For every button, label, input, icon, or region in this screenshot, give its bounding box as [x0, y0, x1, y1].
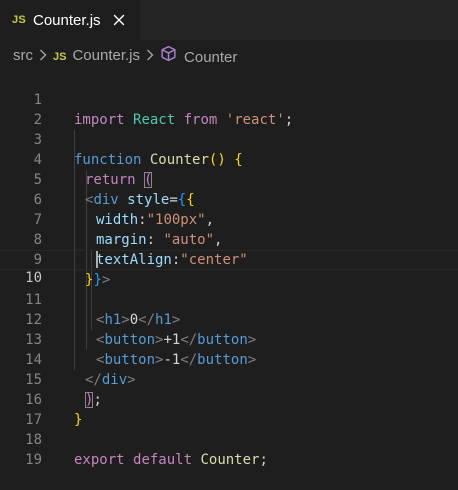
text-cursor	[96, 251, 98, 268]
editor-tab-counter-js[interactable]: JS Counter.js	[0, 0, 140, 40]
code-line: 2	[0, 90, 458, 128]
chevron-right-icon	[39, 49, 47, 61]
breadcrumb-file[interactable]: JS Counter.js	[53, 47, 140, 64]
chevron-right-icon	[146, 49, 154, 61]
code-line: 12 <button>+1</button>	[0, 290, 458, 348]
code-line: 8 textAlign:"center"	[0, 210, 458, 268]
breadcrumb-folder-src[interactable]: src	[13, 47, 33, 64]
line-number: 19	[25, 452, 42, 468]
code-line: 3 function Counter() {	[0, 110, 458, 168]
code-line: 15 );	[0, 350, 458, 408]
close-icon[interactable]	[111, 12, 127, 28]
code-text: export default Counter;	[74, 452, 268, 468]
code-line: 1 import React from 'react';	[0, 70, 458, 128]
tab-label: Counter.js	[33, 11, 101, 29]
tab-bar: JS Counter.js	[0, 0, 458, 40]
code-line: 6 width:"100px",	[0, 170, 458, 228]
symbol-cube-icon	[160, 45, 177, 62]
code-line-current: 10	[0, 250, 458, 286]
code-line: 16 }	[0, 370, 458, 428]
code-editor[interactable]: 1 import React from 'react'; 2 3 functio…	[0, 70, 458, 484]
code-line: 14 </div>	[0, 330, 458, 388]
code-line: 18 export default Counter;	[0, 410, 458, 468]
code-line: 11 <h1>0</h1>	[0, 270, 458, 328]
js-file-icon: JS	[12, 14, 27, 26]
code-line: 4 return (	[0, 130, 458, 188]
code-line: 9 }}>	[0, 230, 458, 288]
breadcrumb-symbol[interactable]: Counter	[160, 45, 237, 66]
code-line: 5 <div style={{	[0, 150, 458, 208]
breadcrumb: src JS Counter.js Counter	[0, 40, 458, 70]
code-line: 13 <button>-1</button>	[0, 310, 458, 368]
breadcrumb-file-label: Counter.js	[72, 46, 141, 64]
code-line: 17	[0, 390, 458, 428]
code-line: 7 margin: "auto",	[0, 190, 458, 248]
breadcrumb-symbol-label: Counter	[184, 48, 238, 66]
code-line: 19	[0, 430, 458, 468]
js-file-icon: JS	[53, 50, 67, 63]
